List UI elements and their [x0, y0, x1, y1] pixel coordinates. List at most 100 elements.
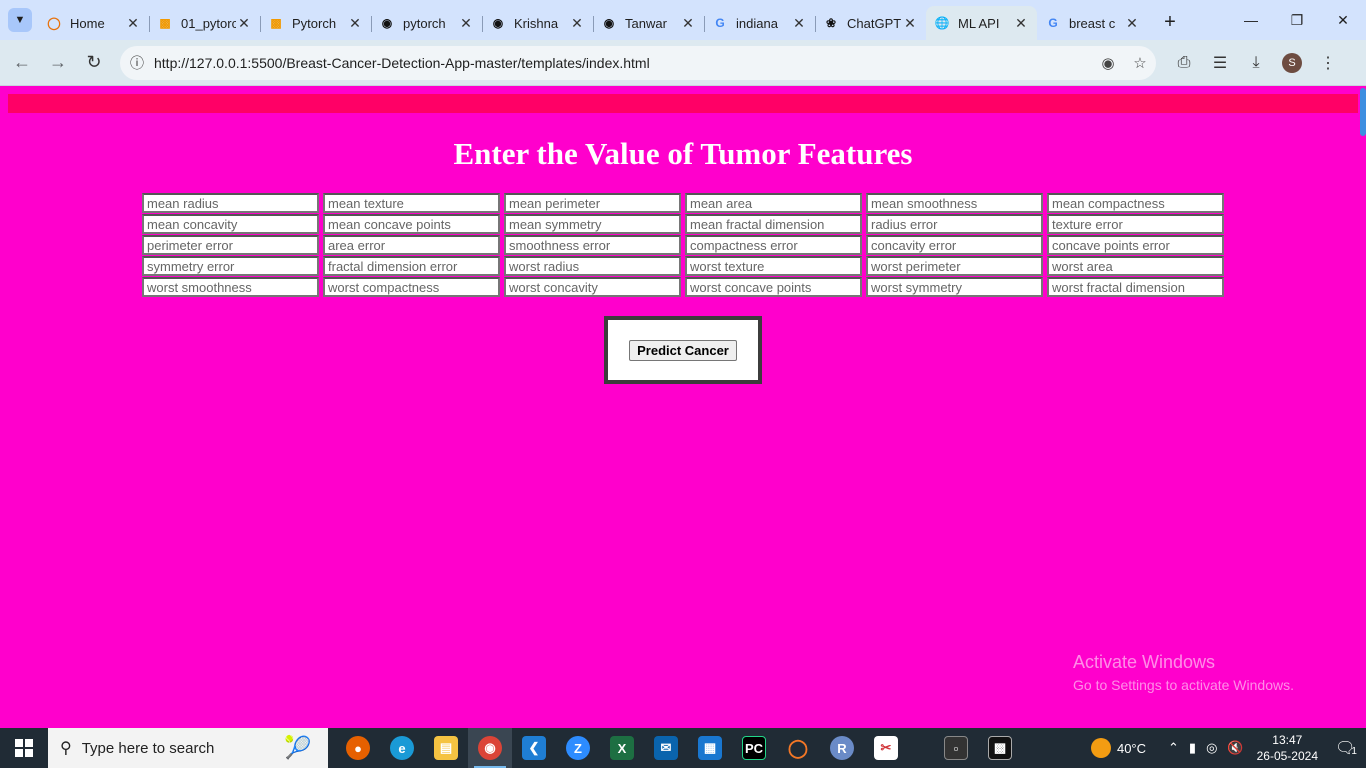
- tab-10[interactable]: Gbreast c ✕: [1037, 6, 1148, 40]
- tab-close-icon[interactable]: ✕: [458, 15, 474, 32]
- profile-button[interactable]: S: [1274, 53, 1310, 73]
- zoom-app[interactable]: Z: [556, 728, 600, 768]
- firefox-app[interactable]: ●: [336, 728, 380, 768]
- network-icon[interactable]: ◎: [1201, 740, 1222, 756]
- r-icon: R: [830, 736, 854, 760]
- feature-input-perimeter-error[interactable]: [142, 235, 319, 255]
- tab-close-icon[interactable]: ✕: [569, 15, 585, 32]
- feature-input-mean-texture[interactable]: [323, 193, 500, 213]
- feature-input-mean-radius[interactable]: [142, 193, 319, 213]
- feature-input-concave-points-error[interactable]: [1047, 235, 1224, 255]
- extensions-puzzle-icon[interactable]: ⎙: [1166, 54, 1202, 72]
- start-button[interactable]: [0, 728, 48, 768]
- feature-input-texture-error[interactable]: [1047, 214, 1224, 234]
- new-tab-button[interactable]: +: [1156, 8, 1184, 36]
- tab-4[interactable]: ◉ pytorch ✕: [371, 6, 482, 40]
- folder-icon: ▤: [434, 736, 458, 760]
- feature-input-worst-smoothness[interactable]: [142, 277, 319, 297]
- feature-input-worst-area[interactable]: [1047, 256, 1224, 276]
- weather-widget[interactable]: 40°C: [1086, 738, 1151, 758]
- battery-icon[interactable]: ▮: [1184, 740, 1201, 756]
- r-app[interactable]: R: [820, 728, 864, 768]
- feature-input-mean-concave-points[interactable]: [323, 214, 500, 234]
- page-title: Enter the Value of Tumor Features: [453, 136, 913, 171]
- feature-input-mean-compactness[interactable]: [1047, 193, 1224, 213]
- feature-input-mean-fractal-dimension[interactable]: [685, 214, 862, 234]
- tab-close-icon[interactable]: ✕: [680, 15, 696, 32]
- snipping-tool-app[interactable]: ✂: [864, 728, 908, 768]
- tab-close-icon[interactable]: ✕: [902, 15, 918, 32]
- clock[interactable]: 13:47 26-05-2024: [1249, 732, 1326, 764]
- bookmark-star-icon[interactable]: ☆: [1124, 54, 1156, 72]
- tab-search-button[interactable]: ▼: [8, 8, 32, 32]
- tab-close-icon[interactable]: ✕: [791, 15, 807, 32]
- cmd-app[interactable]: ▩: [978, 728, 1022, 768]
- terminal-app[interactable]: ▫: [934, 728, 978, 768]
- feature-input-mean-perimeter[interactable]: [504, 193, 681, 213]
- feature-input-worst-texture[interactable]: [685, 256, 862, 276]
- feature-input-worst-radius[interactable]: [504, 256, 681, 276]
- feature-input-radius-error[interactable]: [866, 214, 1043, 234]
- tab-8[interactable]: ❀ ChatGPT ✕: [815, 6, 926, 40]
- tab-close-icon[interactable]: ✕: [1124, 15, 1140, 32]
- feature-input-mean-concavity[interactable]: [142, 214, 319, 234]
- edge-app[interactable]: e: [380, 728, 424, 768]
- search-highlight-icon[interactable]: 🎾: [274, 732, 322, 764]
- restore-button[interactable]: ❐: [1274, 0, 1320, 40]
- chrome-app[interactable]: ◉: [468, 728, 512, 768]
- tab-close-icon[interactable]: ✕: [125, 15, 141, 32]
- close-icon: ✕: [1337, 11, 1349, 28]
- minimize-button[interactable]: —: [1228, 0, 1274, 40]
- more-menu-icon[interactable]: ⋮: [1310, 53, 1346, 73]
- tab-7[interactable]: Gindiana ✕: [704, 6, 815, 40]
- notification-center-button[interactable]: 🗨 1: [1326, 738, 1366, 758]
- feature-input-worst-concave-points[interactable]: [685, 277, 862, 297]
- feature-input-mean-area[interactable]: [685, 193, 862, 213]
- feature-input-worst-concavity[interactable]: [504, 277, 681, 297]
- show-hidden-icons[interactable]: ⌃: [1163, 740, 1184, 756]
- tab-title: breast c: [1069, 15, 1116, 31]
- excel-app[interactable]: X: [600, 728, 644, 768]
- feature-input-mean-symmetry[interactable]: [504, 214, 681, 234]
- pycharm-app[interactable]: PC: [732, 728, 776, 768]
- scrollbar-thumb[interactable]: [1360, 88, 1366, 136]
- feature-input-worst-compactness[interactable]: [323, 277, 500, 297]
- download-icon[interactable]: ⤓: [1238, 54, 1274, 72]
- tab-2[interactable]: ▩ 01_pytorch✕: [149, 6, 260, 40]
- tab-close-icon[interactable]: ✕: [1013, 15, 1029, 32]
- back-button[interactable]: ←: [4, 45, 40, 81]
- predict-cancer-button[interactable]: Predict Cancer: [629, 339, 737, 361]
- feature-input-smoothness-error[interactable]: [504, 235, 681, 255]
- tab-3[interactable]: ▩ Pytorch ✕: [260, 6, 371, 40]
- feature-input-fractal-dimension-error[interactable]: [323, 256, 500, 276]
- jupyter-app[interactable]: ◯: [776, 728, 820, 768]
- tab-5[interactable]: ◉ Krishna ✕: [482, 6, 593, 40]
- store-app[interactable]: ▦: [688, 728, 732, 768]
- eye-slash-icon[interactable]: ◉: [1092, 54, 1124, 72]
- file-explorer-app[interactable]: ▤: [424, 728, 468, 768]
- tab-close-icon[interactable]: ✕: [347, 15, 363, 32]
- feature-input-worst-symmetry[interactable]: [866, 277, 1043, 297]
- feature-input-symmetry-error[interactable]: [142, 256, 319, 276]
- site-info-icon[interactable]: ⓘ: [120, 53, 154, 73]
- url-text[interactable]: http://127.0.0.1:5500/Breast-Cancer-Dete…: [154, 55, 1092, 71]
- taskbar-search[interactable]: ⚲ Type here to search 🎾: [48, 728, 328, 768]
- tab-6[interactable]: ◉ Tanwar ✕: [593, 6, 704, 40]
- feature-input-worst-fractal-dimension[interactable]: [1047, 277, 1224, 297]
- address-bar[interactable]: ⓘ http://127.0.0.1:5500/Breast-Cancer-De…: [120, 46, 1156, 80]
- reload-button[interactable]: ↻: [76, 45, 112, 81]
- feature-input-mean-smoothness[interactable]: [866, 193, 1043, 213]
- feature-input-compactness-error[interactable]: [685, 235, 862, 255]
- vscode-app[interactable]: ❮: [512, 728, 556, 768]
- media-queue-icon[interactable]: ☰: [1202, 53, 1238, 73]
- tab-close-icon[interactable]: ✕: [236, 15, 252, 32]
- close-window-button[interactable]: ✕: [1320, 0, 1366, 40]
- forward-button[interactable]: →: [40, 45, 76, 81]
- tab-1[interactable]: ◯ Home ✕: [38, 6, 149, 40]
- mail-app[interactable]: ✉: [644, 728, 688, 768]
- feature-input-concavity-error[interactable]: [866, 235, 1043, 255]
- feature-input-area-error[interactable]: [323, 235, 500, 255]
- tab-9[interactable]: 🌐 ML API ✕: [926, 6, 1037, 40]
- feature-input-worst-perimeter[interactable]: [866, 256, 1043, 276]
- volume-icon[interactable]: 🔇: [1222, 740, 1248, 756]
